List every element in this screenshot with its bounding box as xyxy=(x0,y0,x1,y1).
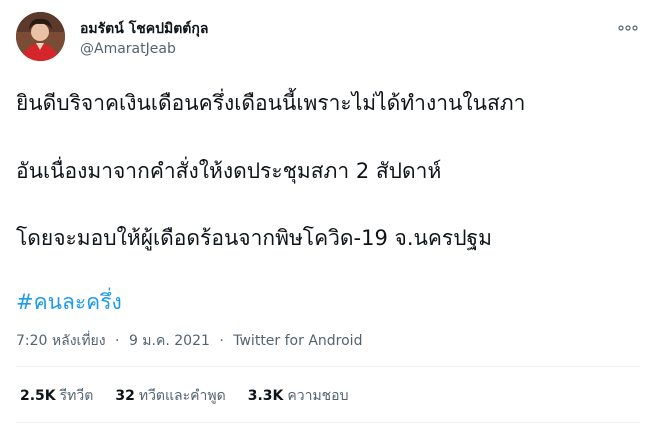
tweet-source[interactable]: Twitter for Android xyxy=(233,333,362,349)
retweets-stat[interactable]: 2.5K รีทวีต xyxy=(20,386,93,406)
profile-photo-icon xyxy=(16,12,65,61)
author-display-name[interactable]: อมรัตน์ โชคปมิตต์กุล xyxy=(80,20,208,38)
tweet-text-line: ยินดีบริจาคเงินเดือนครึ่งเดือนนี้เพราะไม… xyxy=(16,91,526,115)
likes-stat[interactable]: 3.3K ความชอบ xyxy=(248,386,349,406)
retweets-count: 2.5K xyxy=(20,388,56,404)
meta-separator: · xyxy=(115,333,120,349)
quotes-stat[interactable]: 32 ทวีตและคำพูด xyxy=(115,386,225,406)
divider xyxy=(16,366,640,367)
likes-count: 3.3K xyxy=(247,388,284,404)
likes-label: ความชอบ xyxy=(287,388,349,404)
avatar[interactable] xyxy=(16,12,65,61)
divider xyxy=(16,422,640,423)
quotes-count: 32 xyxy=(115,388,135,404)
engagement-stats: 2.5K รีทวีต 32 ทวีตและคำพูด 3.3K ความชอบ xyxy=(20,386,370,406)
author-handle[interactable]: @AmaratJeab xyxy=(80,40,176,58)
meta-separator: · xyxy=(219,333,224,349)
tweet-text-line: อันเนื่องมาจากคำสั่งให้งดประชุมสภา 2 สัป… xyxy=(16,159,442,183)
tweet-text-line: โดยจะมอบให้ผู้เดือดร้อนจากพิษโควิด-19 จ.… xyxy=(16,226,492,250)
hashtag-link[interactable]: #คนละครึ่ง xyxy=(16,288,122,316)
retweets-label: รีทวีต xyxy=(59,388,94,404)
tweet-date[interactable]: 9 ม.ค. 2021 xyxy=(129,333,210,349)
tweet-metadata: 7:20 หลังเที่ยง · 9 ม.ค. 2021 · Twitter … xyxy=(16,331,362,351)
tweet-time[interactable]: 7:20 หลังเที่ยง xyxy=(16,333,106,349)
more-horizontal-icon[interactable] xyxy=(614,18,642,38)
quotes-label: ทวีตและคำพูด xyxy=(138,388,226,404)
